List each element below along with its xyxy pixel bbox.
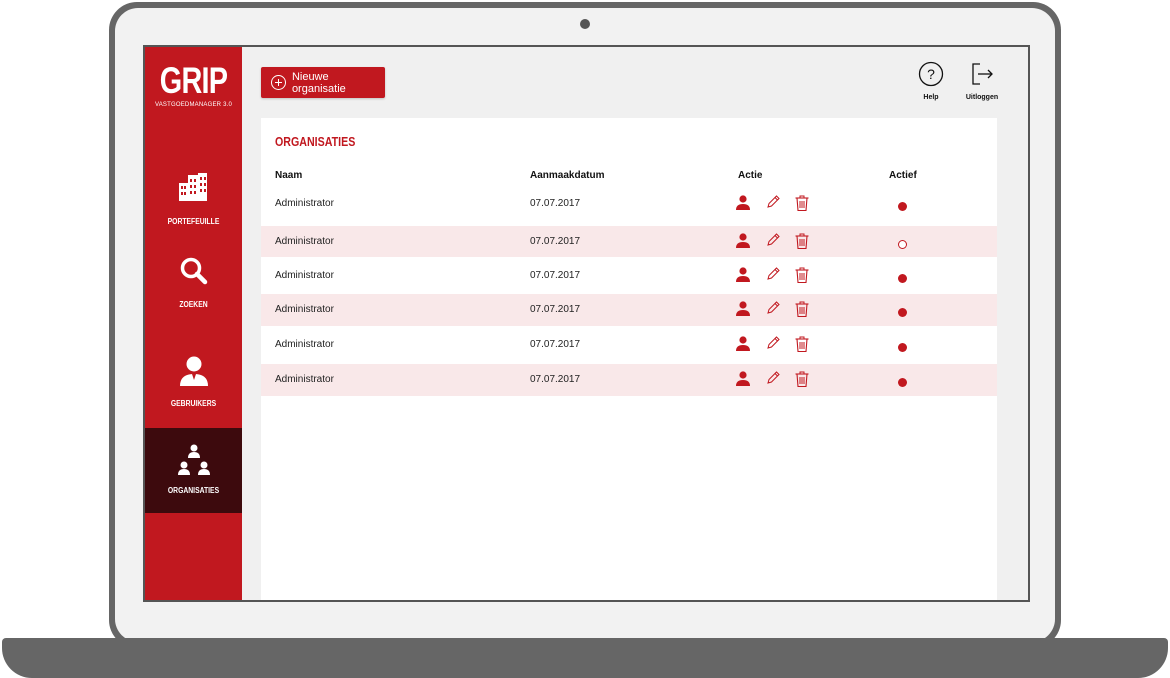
organization-name: Administrator [275,339,334,350]
user-icon[interactable] [735,194,751,215]
active-status-indicator[interactable] [898,202,907,211]
organizations-panel: ORGANISATIES Naam Aanmaakdatum Actie Act… [261,118,997,600]
active-status-indicator[interactable] [898,343,907,352]
column-header-name: Naam [275,170,303,181]
trash-icon[interactable] [794,266,810,289]
edit-icon[interactable] [765,194,781,215]
column-header-date: Aanmaakdatum [530,170,605,181]
buildings-icon [178,173,207,201]
table-row: Administrator 07.07.2017 [261,294,997,326]
edit-icon[interactable] [765,232,781,253]
organization-name: Administrator [275,374,334,385]
edit-icon[interactable] [765,300,781,321]
organization-icon [177,444,210,475]
column-header-action: Actie [738,170,763,181]
creation-date: 07.07.2017 [530,339,581,350]
trash-icon[interactable] [794,194,810,217]
sidebar-item-label: GEBRUIKERS [170,399,217,408]
active-status-indicator[interactable] [898,274,907,283]
logout-button[interactable]: Uitloggen [962,61,1002,101]
table-row: Administrator 07.07.2017 [261,226,997,257]
table-row: Administrator 07.07.2017 [261,188,997,219]
logout-icon [972,63,993,85]
creation-date: 07.07.2017 [530,198,581,209]
sidebar-item-label: ZOEKEN [179,300,208,309]
trash-icon[interactable] [794,300,810,323]
table-row: Administrator 07.07.2017 [261,326,997,363]
user-icon[interactable] [735,370,751,391]
sidebar-item-organisaties[interactable]: ORGANISATIES [145,428,242,513]
sidebar-item-portefeuille[interactable]: PORTEFEUILLE [145,171,242,235]
logo[interactable]: GRIP VASTGOEDMANAGER 3.0 [145,60,242,109]
creation-date: 07.07.2017 [530,304,581,315]
logo-title: GRIP [159,60,228,101]
new-organization-button[interactable]: Nieuwe organisatie [261,67,385,98]
table-row: Administrator 07.07.2017 [261,364,997,396]
active-status-indicator[interactable] [898,240,907,249]
sidebar-item-label: PORTEFEUILLE [167,217,220,226]
organization-name: Administrator [275,236,334,247]
sidebar-item-label: ORGANISATIES [167,486,220,495]
sidebar: GRIP VASTGOEDMANAGER 3.0 PORTEFEUILLE ZO… [145,47,242,600]
edit-icon[interactable] [765,370,781,391]
camera [580,19,590,29]
user-icon[interactable] [735,266,751,287]
user-icon[interactable] [735,335,751,356]
section-title: ORGANISATIES [275,134,356,149]
new-organization-label: Nieuwe organisatie [291,70,346,95]
creation-date: 07.07.2017 [530,374,581,385]
help-button[interactable]: ? Help [916,61,946,101]
help-icon: ? [918,61,944,87]
app-screen: GRIP VASTGOEDMANAGER 3.0 PORTEFEUILLE ZO… [143,45,1030,602]
trash-icon[interactable] [794,335,810,358]
logo-subtitle: VASTGOEDMANAGER 3.0 [154,102,233,108]
trash-icon[interactable] [794,232,810,255]
table-row: Administrator 07.07.2017 [261,257,997,294]
organization-name: Administrator [275,270,334,281]
user-icon[interactable] [735,232,751,253]
creation-date: 07.07.2017 [530,270,581,281]
organization-name: Administrator [275,304,334,315]
trash-icon[interactable] [794,370,810,393]
laptop-base [2,638,1168,678]
search-icon [180,257,207,285]
edit-icon[interactable] [765,266,781,287]
sidebar-item-gebruikers[interactable]: GEBRUIKERS [145,355,242,415]
active-status-indicator[interactable] [898,308,907,317]
plus-circle-icon [271,75,286,90]
user-icon[interactable] [735,300,751,321]
organization-name: Administrator [275,198,334,209]
logout-label: Uitloggen [965,94,999,101]
column-header-active: Actief [889,170,917,181]
svg-text:?: ? [927,66,935,82]
user-icon [179,356,208,386]
help-label: Help [923,94,939,101]
active-status-indicator[interactable] [898,378,907,387]
sidebar-item-zoeken[interactable]: ZOEKEN [145,256,242,316]
creation-date: 07.07.2017 [530,236,581,247]
edit-icon[interactable] [765,335,781,356]
